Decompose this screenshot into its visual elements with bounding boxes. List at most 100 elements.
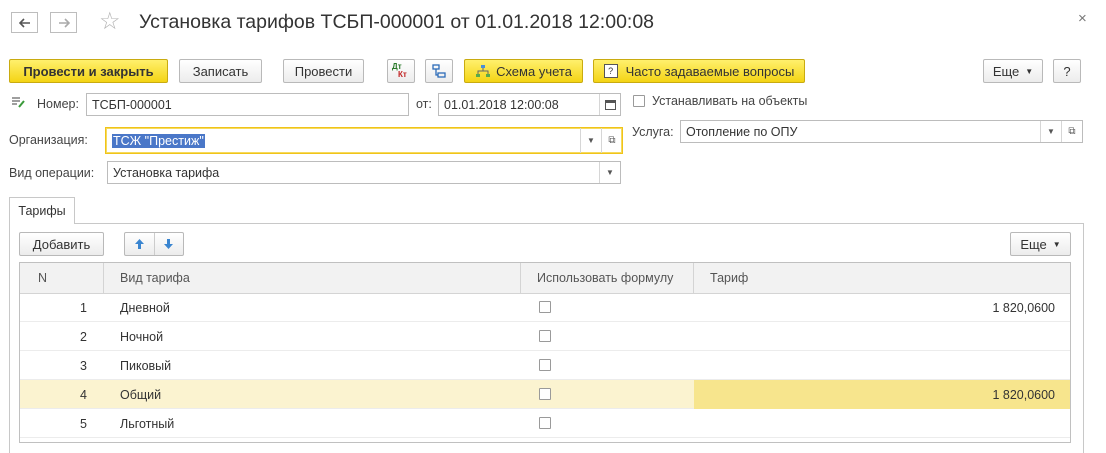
column-n[interactable]: N	[20, 263, 104, 293]
row-tariff-value[interactable]	[694, 351, 1070, 380]
use-formula-checkbox[interactable]	[539, 388, 551, 400]
row-use-formula-cell	[521, 322, 694, 351]
row-tariff-type: Ночной	[120, 329, 164, 344]
table-header: N Вид тарифа Использовать формулу Тариф	[20, 263, 1070, 294]
table-row[interactable]: 1 Дневной 1 820,0600	[20, 293, 1070, 322]
row-use-formula-cell	[521, 351, 694, 380]
star-icon[interactable]: ☆	[99, 7, 121, 36]
forward-button[interactable]	[50, 12, 77, 33]
organization-field[interactable]: ТСЖ "Престиж" ▼ ⧉	[105, 127, 623, 154]
row-use-formula-cell	[521, 293, 694, 322]
number-label: Номер:	[37, 97, 79, 111]
dtkt-icon: Дт Кт	[392, 62, 407, 79]
open-icon: ⧉	[608, 135, 616, 146]
write-button[interactable]: Записать	[179, 59, 262, 83]
row-use-formula-cell	[521, 380, 694, 409]
operation-type-field[interactable]: Установка тарифа ▼	[107, 161, 621, 184]
number-value: ТСБП-000001	[92, 97, 172, 112]
row-tariff-value[interactable]	[694, 409, 1070, 438]
back-button[interactable]	[11, 12, 38, 33]
date-field[interactable]: 01.01.2018 12:00:08	[438, 93, 621, 116]
document-edit-icon	[12, 97, 25, 108]
hierarchy-icon	[432, 64, 446, 78]
accounting-scheme-label: Схема учета	[496, 63, 572, 79]
table-row[interactable]: 4 Общий 1 820,0600	[20, 380, 1070, 409]
row-tariff-value[interactable]	[694, 322, 1070, 351]
more-label: Еще	[992, 63, 1020, 79]
number-field[interactable]: ТСБП-000001	[86, 93, 409, 116]
use-formula-checkbox[interactable]	[539, 301, 551, 313]
row-tariff-type: Дневной	[120, 300, 170, 315]
dropdown-arrow-icon: ▼	[1025, 66, 1034, 76]
arrow-down-icon	[164, 239, 174, 249]
row-number: 2	[80, 329, 87, 344]
row-number: 1	[80, 300, 87, 315]
calendar-button[interactable]	[599, 94, 620, 115]
service-field[interactable]: Отопление по ОПУ ▼ ⧉	[680, 120, 1083, 143]
arrow-left-icon	[18, 17, 30, 28]
chevron-down-icon: ▼	[1047, 127, 1055, 136]
operation-type-value: Установка тарифа	[113, 165, 220, 180]
scheme-icon	[476, 65, 491, 77]
arrow-right-icon	[58, 17, 70, 28]
row-tariff-value[interactable]: 1 820,0600	[694, 380, 1070, 409]
use-formula-checkbox[interactable]	[539, 359, 551, 371]
service-dropdown[interactable]: ▼	[1040, 121, 1061, 142]
move-down-button[interactable]	[155, 233, 184, 255]
row-use-formula-cell	[521, 409, 694, 438]
organization-label: Организация:	[9, 133, 88, 147]
dtkt-report-button[interactable]: Дт Кт	[387, 59, 415, 83]
row-tariff-type: Льготный	[120, 416, 175, 431]
tariffs-table: N Вид тарифа Использовать формулу Тариф …	[19, 262, 1071, 443]
column-use-formula[interactable]: Использовать формулу	[521, 263, 694, 293]
organization-open-button[interactable]: ⧉	[601, 128, 622, 153]
install-on-objects-checkbox[interactable]	[633, 95, 645, 107]
row-tariff-type: Пиковый	[120, 358, 172, 373]
add-button[interactable]: Добавить	[19, 232, 104, 256]
row-tariff-value[interactable]: 1 820,0600	[694, 293, 1070, 322]
close-icon[interactable]: ×	[1078, 10, 1087, 27]
move-up-button[interactable]	[125, 233, 155, 255]
table-more-button[interactable]: Еще ▼	[1010, 232, 1071, 256]
operation-type-dropdown[interactable]: ▼	[599, 162, 620, 183]
help-button[interactable]: ?	[1053, 59, 1081, 83]
use-formula-checkbox[interactable]	[539, 417, 551, 429]
column-tariff[interactable]: Тариф	[694, 263, 1070, 293]
use-formula-checkbox[interactable]	[539, 330, 551, 342]
service-value: Отопление по ОПУ	[686, 124, 798, 139]
organization-dropdown[interactable]: ▼	[580, 128, 601, 153]
row-number: 3	[80, 358, 87, 373]
accounting-scheme-button[interactable]: Схема учета	[464, 59, 583, 83]
open-icon: ⧉	[1068, 126, 1076, 137]
post-button[interactable]: Провести	[283, 59, 364, 83]
row-number: 4	[80, 387, 87, 402]
install-on-objects-label: Устанавливать на объекты	[652, 94, 808, 108]
table-row[interactable]: 5 Льготный	[20, 409, 1070, 438]
row-tariff-type: Общий	[120, 387, 162, 402]
operation-type-label: Вид операции:	[9, 166, 95, 180]
chevron-down-icon: ▼	[587, 136, 595, 145]
tab-tariffs[interactable]: Тарифы	[9, 197, 75, 224]
dropdown-arrow-icon: ▼	[1052, 239, 1061, 249]
page-title: Установка тарифов ТСБП-000001 от 01.01.2…	[139, 11, 655, 33]
table-more-label: Еще	[1020, 236, 1047, 252]
more-button[interactable]: Еще ▼	[983, 59, 1043, 83]
post-and-close-button[interactable]: Провести и закрыть	[9, 59, 168, 83]
service-open-button[interactable]: ⧉	[1061, 121, 1082, 142]
faq-button[interactable]: ? Часто задаваемые вопросы	[593, 59, 805, 83]
date-label: от:	[416, 97, 432, 111]
help-icon: ?	[603, 64, 618, 78]
faq-label: Часто задаваемые вопросы	[625, 63, 795, 79]
table-row[interactable]: 2 Ночной	[20, 322, 1070, 351]
arrow-up-icon	[134, 239, 144, 249]
structure-button[interactable]	[425, 59, 453, 83]
column-tariff-type[interactable]: Вид тарифа	[104, 263, 521, 293]
row-number: 5	[80, 416, 87, 431]
organization-value: ТСЖ "Престиж"	[112, 133, 205, 148]
calendar-icon	[604, 100, 616, 110]
date-value: 01.01.2018 12:00:08	[444, 97, 559, 112]
table-row[interactable]: 3 Пиковый	[20, 351, 1070, 380]
move-buttons	[124, 232, 184, 256]
service-label: Услуга:	[632, 125, 674, 139]
chevron-down-icon: ▼	[606, 168, 614, 177]
